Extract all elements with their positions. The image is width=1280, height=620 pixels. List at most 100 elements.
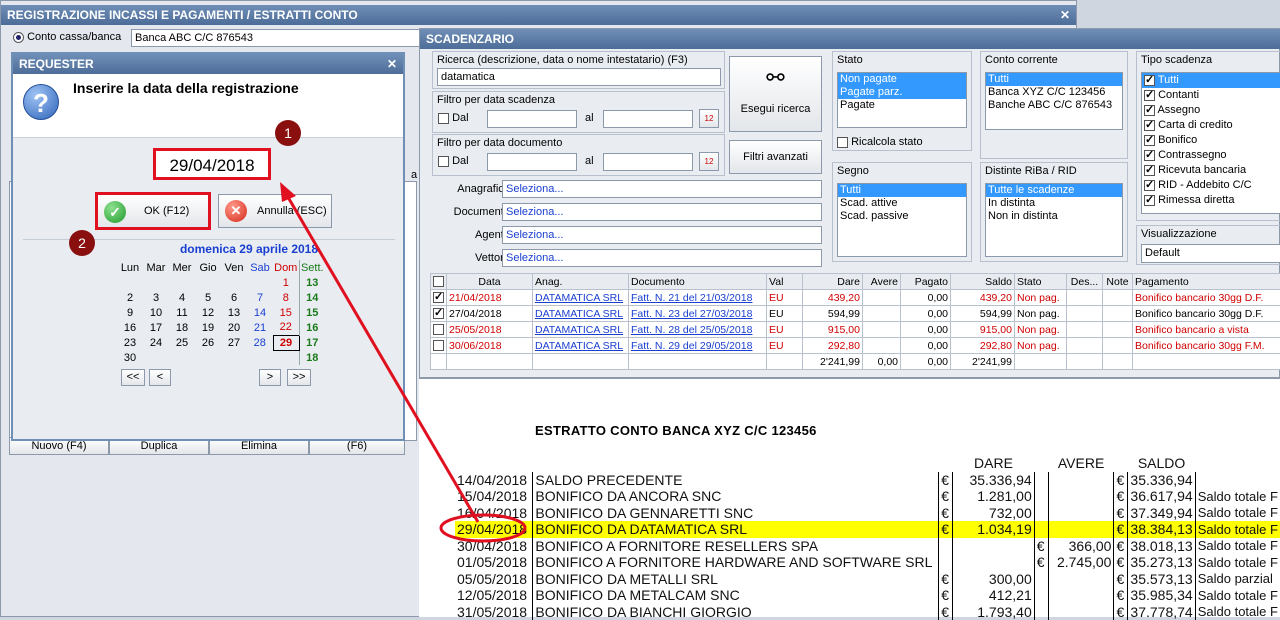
column-header[interactable]: Des... bbox=[1067, 274, 1103, 290]
calendar-day[interactable]: 7 bbox=[247, 290, 273, 305]
conto-list[interactable]: Tutti Banca XYZ C/C 123456 Banche ABC C/… bbox=[985, 72, 1123, 130]
list-item[interactable]: Non pagate bbox=[838, 73, 966, 86]
calendar-day[interactable]: 1 bbox=[273, 275, 299, 290]
calendar-day[interactable]: 25 bbox=[169, 335, 195, 350]
search-button[interactable]: ⚯ Esegui ricerca bbox=[729, 56, 822, 132]
list-item[interactable]: Carta di credito bbox=[1142, 118, 1280, 133]
search-input[interactable]: datamatica bbox=[437, 68, 721, 86]
anagrafica-select[interactable]: Seleziona... bbox=[502, 180, 822, 198]
list-item[interactable]: Contrassegno bbox=[1142, 148, 1280, 163]
conto-radio[interactable]: Conto cassa/banca bbox=[13, 31, 121, 43]
filter-doc-checkbox[interactable] bbox=[438, 156, 449, 167]
list-item[interactable]: Scad. passive bbox=[838, 210, 966, 223]
list-item[interactable]: Non in distinta bbox=[986, 210, 1122, 223]
calendar-day[interactable]: 27 bbox=[221, 335, 247, 350]
calendar-day[interactable]: 9 bbox=[117, 305, 143, 320]
list-item[interactable]: Bonifico bbox=[1142, 133, 1280, 148]
column-header[interactable]: Documento bbox=[629, 274, 767, 290]
calendar-day[interactable]: 8 bbox=[273, 290, 299, 305]
filter-due-to[interactable] bbox=[603, 110, 693, 128]
table-row[interactable]: 30/06/2018DATAMATICA SRLFatt. N. 29 del … bbox=[431, 338, 1280, 354]
list-item[interactable]: Assegno bbox=[1142, 103, 1280, 118]
distinte-list[interactable]: Tutte le scadenze In distinta Non in dis… bbox=[985, 183, 1123, 257]
calendar-day[interactable]: 17 bbox=[143, 320, 169, 335]
prev-year-button[interactable]: << bbox=[121, 369, 145, 386]
calendar-day[interactable]: 16 bbox=[117, 320, 143, 335]
calendar-day[interactable]: 19 bbox=[195, 320, 221, 335]
list-item[interactable]: Tutti bbox=[986, 73, 1122, 86]
list-item[interactable]: Tutti bbox=[1142, 73, 1280, 88]
calendar-day[interactable]: 12 bbox=[195, 305, 221, 320]
column-header[interactable]: Pagamento bbox=[1133, 274, 1280, 290]
calendar-day[interactable]: 23 bbox=[117, 335, 143, 350]
cell-anag[interactable]: DATAMATICA SRL bbox=[533, 338, 629, 354]
date-input[interactable]: 29/04/2018 bbox=[153, 148, 271, 180]
select-all-checkbox[interactable] bbox=[433, 276, 444, 287]
close-icon[interactable]: ✕ bbox=[387, 54, 397, 74]
recalc-checkbox[interactable] bbox=[837, 137, 848, 148]
column-header[interactable]: Pagato bbox=[901, 274, 951, 290]
column-header[interactable]: Avere bbox=[863, 274, 901, 290]
next-year-button[interactable]: >> bbox=[287, 369, 311, 386]
stato-list[interactable]: Non pagate Pagate parz. Pagate bbox=[837, 72, 967, 128]
filter-due-from[interactable] bbox=[487, 110, 577, 128]
calendar-day[interactable]: 5 bbox=[195, 290, 221, 305]
list-item[interactable]: Contanti bbox=[1142, 88, 1280, 103]
calendar-day[interactable]: 26 bbox=[195, 335, 221, 350]
calendar-icon[interactable]: 12 bbox=[699, 109, 719, 128]
vettore-select[interactable]: Seleziona... bbox=[502, 249, 822, 267]
next-month-button[interactable]: > bbox=[259, 369, 281, 386]
column-header[interactable]: Stato bbox=[1015, 274, 1067, 290]
cell-doc[interactable]: Fatt. N. 28 del 25/05/2018 bbox=[629, 322, 767, 338]
list-item[interactable]: Ricevuta bancaria bbox=[1142, 163, 1280, 178]
list-item[interactable]: Rimessa diretta bbox=[1142, 193, 1280, 208]
ok-button[interactable]: ✓ OK (F12) bbox=[95, 192, 211, 230]
header-check[interactable] bbox=[431, 274, 447, 290]
filter-due-checkbox[interactable] bbox=[438, 113, 449, 124]
column-header[interactable]: Data bbox=[447, 274, 533, 290]
list-item[interactable]: In distinta bbox=[986, 197, 1122, 210]
cell-anag[interactable]: DATAMATICA SRL bbox=[533, 322, 629, 338]
column-header[interactable]: Val bbox=[767, 274, 803, 290]
list-item[interactable]: Tutti bbox=[838, 184, 966, 197]
cell-anag[interactable]: DATAMATICA SRL bbox=[533, 290, 629, 306]
cell-anag[interactable]: DATAMATICA SRL bbox=[533, 306, 629, 322]
segno-list[interactable]: Tutti Scad. attive Scad. passive bbox=[837, 183, 967, 257]
calendar-day[interactable]: 21 bbox=[247, 320, 273, 335]
row-checkbox[interactable] bbox=[433, 324, 444, 335]
list-item[interactable]: Pagate parz. bbox=[838, 86, 966, 99]
row-checkbox[interactable] bbox=[433, 292, 444, 303]
calendar-day[interactable]: 3 bbox=[143, 290, 169, 305]
column-header[interactable]: Note bbox=[1103, 274, 1133, 290]
list-item[interactable]: Scad. attive bbox=[838, 197, 966, 210]
list-item[interactable]: Banche ABC C/C 876543 bbox=[986, 99, 1122, 112]
list-item[interactable]: Banca XYZ C/C 123456 bbox=[986, 86, 1122, 99]
column-header[interactable]: Anag. bbox=[533, 274, 629, 290]
column-header[interactable]: Dare bbox=[803, 274, 863, 290]
row-checkbox[interactable] bbox=[433, 340, 444, 351]
cell-doc[interactable]: Fatt. N. 23 del 27/03/2018 bbox=[629, 306, 767, 322]
tipo-list[interactable]: Tutti Contanti Assegno Carta di credito … bbox=[1141, 72, 1280, 214]
list-item[interactable]: Pagate bbox=[838, 99, 966, 112]
calendar-day[interactable]: 4 bbox=[169, 290, 195, 305]
calendar-day[interactable]: 10 bbox=[143, 305, 169, 320]
calendar-day[interactable]: 30 bbox=[117, 350, 143, 365]
calendar-day[interactable]: 22 bbox=[273, 320, 299, 335]
cell-doc[interactable]: Fatt. N. 29 del 29/05/2018 bbox=[629, 338, 767, 354]
list-item[interactable]: Tutte le scadenze bbox=[986, 184, 1122, 197]
table-row[interactable]: 21/04/2018DATAMATICA SRLFatt. N. 21 del … bbox=[431, 290, 1280, 306]
calendar-day[interactable]: 20 bbox=[221, 320, 247, 335]
calendar-day[interactable]: 24 bbox=[143, 335, 169, 350]
calendar-day[interactable]: 11 bbox=[169, 305, 195, 320]
agente-select[interactable]: Seleziona... bbox=[502, 226, 822, 244]
account-field[interactable]: Banca ABC C/C 876543 bbox=[131, 29, 421, 47]
table-row[interactable]: 27/04/2018DATAMATICA SRLFatt. N. 23 del … bbox=[431, 306, 1280, 322]
calendar-day[interactable]: 28 bbox=[247, 335, 273, 350]
cancel-button[interactable]: ✕ Annulla (ESC) bbox=[218, 194, 332, 228]
table-row[interactable]: 25/05/2018DATAMATICA SRLFatt. N. 28 del … bbox=[431, 322, 1280, 338]
calendar-day[interactable]: 13 bbox=[221, 305, 247, 320]
calendar-day[interactable]: 6 bbox=[221, 290, 247, 305]
filter-doc-to[interactable] bbox=[603, 153, 693, 171]
prev-month-button[interactable]: < bbox=[149, 369, 171, 386]
calendar-day[interactable]: 29 bbox=[273, 335, 299, 350]
